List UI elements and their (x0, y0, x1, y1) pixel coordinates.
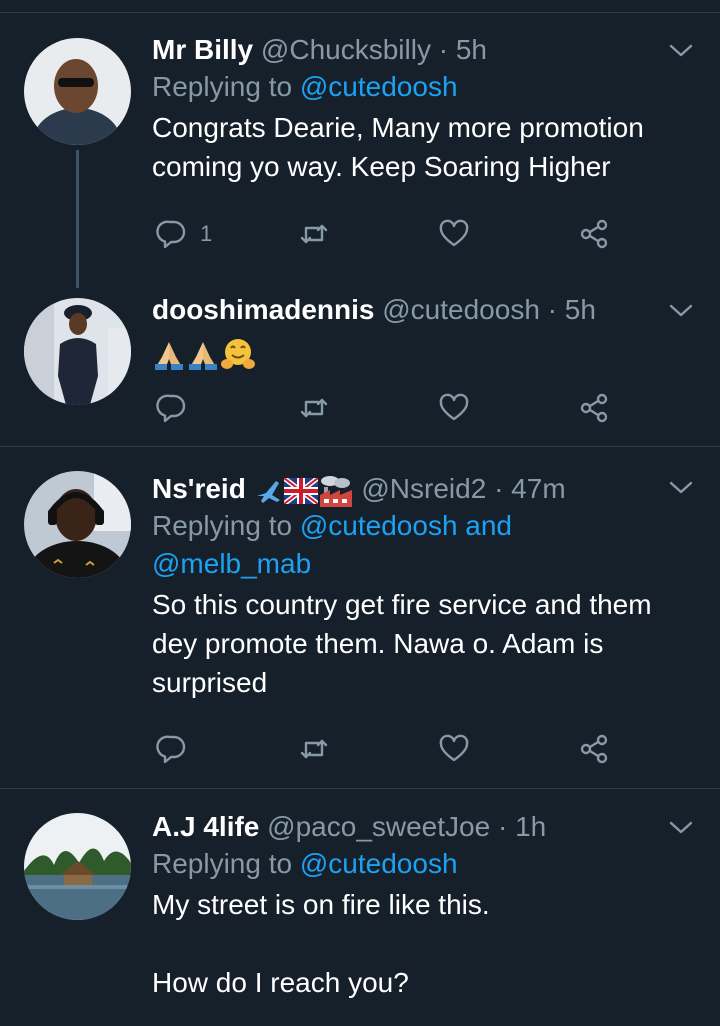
reply-button[interactable] (156, 729, 188, 769)
display-name[interactable]: dooshimadennis (152, 294, 374, 325)
replying-prefix: Replying to (152, 848, 300, 879)
tweet-text: So this country get fire service and the… (152, 585, 680, 702)
text-line: dey promote them. Nawa o. Adam is (152, 628, 604, 659)
uk-flag-emoji (283, 477, 318, 504)
replying-to: Replying to @cutedoosh and (152, 507, 680, 545)
mention-link[interactable]: @cutedoosh (300, 71, 458, 102)
text-line-blank (152, 924, 680, 963)
reply-count: 1 (200, 221, 213, 246)
tweet-mr-billy[interactable]: Mr Billy @Chucksbilly · 5h Replying to @… (0, 0, 720, 288)
share-icon (580, 219, 608, 249)
dot-separator: · (497, 811, 508, 842)
text-line: How do I reach you? (152, 967, 409, 998)
avatar[interactable] (24, 813, 131, 920)
text-line: So this country get fire service and the… (152, 589, 652, 620)
handle[interactable]: @Nsreid2 (361, 473, 486, 504)
like-icon (439, 393, 469, 421)
timestamp[interactable]: 5h (456, 34, 487, 65)
retweet-button[interactable] (298, 729, 330, 769)
retweet-button[interactable] (298, 388, 330, 428)
mention-link[interactable]: @cutedoosh and (300, 510, 512, 541)
display-name[interactable]: Ns'reid (152, 473, 246, 504)
mention-link[interactable]: @melb_mab (152, 548, 311, 579)
replying-to: Replying to @cutedoosh (152, 68, 680, 106)
text-line: Congrats Dearie, Many more promotion (152, 112, 644, 143)
display-name[interactable]: Mr Billy (152, 34, 253, 65)
reply-icon (156, 220, 186, 249)
tweet-aj-4life[interactable]: A.J 4life @paco_sweetJoe · 1h Replying t… (0, 789, 720, 1026)
tweet-nsreid[interactable]: Ns'reid @Nsreid2 · 47m Replying to @cute… (0, 447, 720, 787)
avatar[interactable] (24, 38, 131, 145)
share-button[interactable] (578, 729, 610, 769)
retweet-button[interactable] (298, 214, 330, 254)
like-icon (439, 734, 469, 762)
share-icon (580, 393, 608, 423)
tweet-dooshimadennis[interactable]: dooshimadennis @cutedoosh · 5h (0, 280, 720, 446)
tweet-text (152, 332, 680, 371)
tweet-text: Congrats Dearie, Many more promotion com… (152, 108, 680, 186)
folded-hands-emoji (189, 341, 217, 370)
replying-to: Replying to @cutedoosh (152, 845, 680, 883)
replying-prefix: Replying to (152, 510, 300, 541)
hugging-face-emoji (221, 338, 255, 369)
mention-link[interactable]: @cutedoosh (300, 848, 458, 879)
dot-separator: · (438, 34, 449, 65)
retweet-icon (300, 224, 328, 244)
handle[interactable]: @Chucksbilly (261, 34, 431, 65)
retweet-icon (300, 739, 328, 759)
like-button[interactable] (438, 214, 470, 254)
share-button[interactable] (578, 388, 610, 428)
like-button[interactable] (438, 729, 470, 769)
reply-icon (156, 394, 186, 423)
replying-prefix: Replying to (152, 71, 300, 102)
tweet-text: My street is on fire like this. How do I… (152, 885, 680, 1002)
thread-line (76, 150, 79, 288)
factory-emoji (319, 475, 352, 507)
avatar[interactable] (24, 471, 131, 578)
text-line: coming yo way. Keep Soaring Higher (152, 151, 611, 182)
chevron-down-icon[interactable] (668, 815, 694, 841)
chevron-down-icon[interactable] (668, 38, 694, 64)
like-icon (439, 219, 469, 247)
chevron-down-icon[interactable] (668, 298, 694, 324)
timestamp[interactable]: 5h (565, 294, 596, 325)
dot-separator: · (547, 294, 557, 325)
retweet-icon (300, 398, 328, 418)
like-button[interactable] (438, 388, 470, 428)
text-line: My street is on fire like this. (152, 889, 490, 920)
avatar[interactable] (24, 298, 131, 405)
chevron-down-icon[interactable] (668, 475, 694, 501)
share-icon (580, 734, 608, 764)
display-name[interactable]: A.J 4life (152, 811, 259, 842)
airplane-emoji (256, 480, 280, 503)
timestamp[interactable]: 1h (515, 811, 546, 842)
timestamp[interactable]: 47m (511, 473, 565, 504)
replying-to-continued: @melb_mab (152, 545, 680, 583)
reply-icon (156, 735, 186, 764)
handle[interactable]: @cutedoosh (382, 294, 540, 325)
handle[interactable]: @paco_sweetJoe (267, 811, 490, 842)
dot-separator: · (494, 473, 504, 504)
reply-button[interactable]: 1 (156, 214, 212, 254)
reply-button[interactable] (156, 388, 188, 428)
folded-hands-emoji (155, 341, 183, 370)
text-line: surprised (152, 667, 268, 698)
share-button[interactable] (578, 214, 610, 254)
